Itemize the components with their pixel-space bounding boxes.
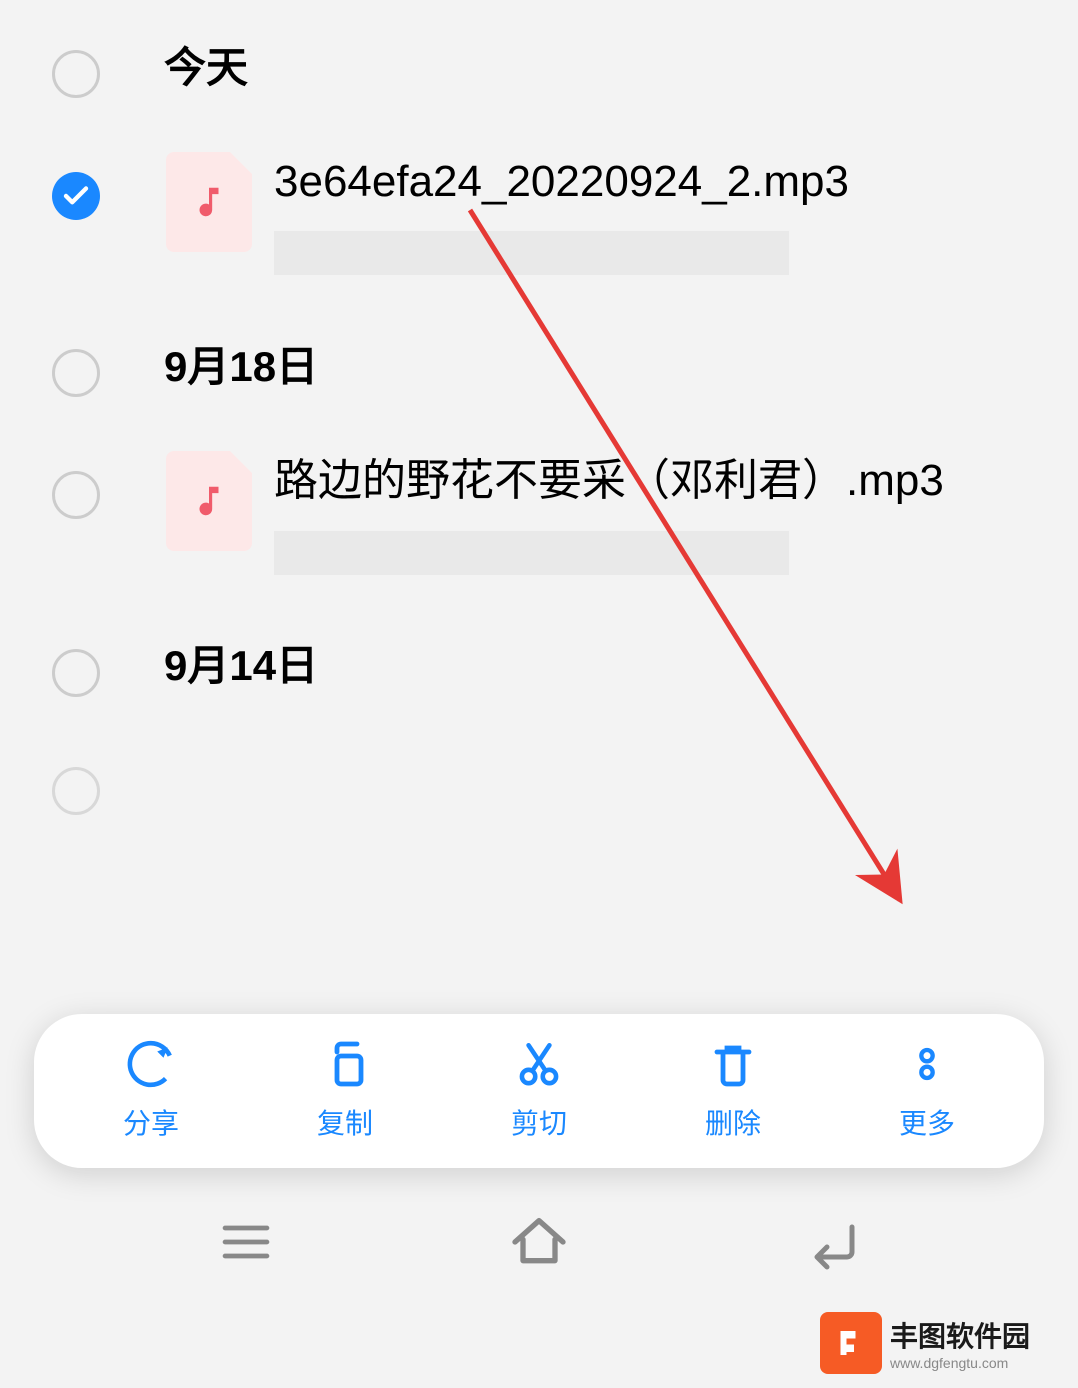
- nav-back-button[interactable]: [797, 1217, 867, 1267]
- checkbox-unchecked[interactable]: [52, 767, 100, 815]
- copy-label: 复制: [317, 1102, 373, 1142]
- file-meta-placeholder: [274, 231, 789, 275]
- nav-menu-button[interactable]: [211, 1217, 281, 1267]
- copy-icon: [317, 1036, 373, 1092]
- group-label: 9月14日: [164, 632, 318, 693]
- home-icon: [507, 1210, 571, 1274]
- menu-icon: [218, 1214, 274, 1270]
- trash-icon: [705, 1036, 761, 1092]
- navigation-bar: [0, 1192, 1078, 1292]
- file-name: 3e64efa24_20220924_2.mp3: [274, 152, 1010, 211]
- share-label: 分享: [123, 1102, 179, 1142]
- delete-button[interactable]: 删除: [636, 1036, 830, 1142]
- checkbox-unchecked[interactable]: [52, 50, 100, 98]
- watermark-url: www.dgfengtu.com: [890, 1355, 1030, 1371]
- copy-button[interactable]: 复制: [248, 1036, 442, 1142]
- action-panel: 分享 复制 剪切 删除 更多: [34, 1014, 1044, 1168]
- file-name: 路边的野花不要采（邓利君）.mp3: [274, 451, 1010, 510]
- music-file-icon: [166, 451, 252, 551]
- checkbox-unchecked[interactable]: [52, 471, 100, 519]
- group-label: 9月18日: [164, 333, 318, 394]
- share-icon: [123, 1036, 179, 1092]
- cut-button[interactable]: 剪切: [442, 1036, 636, 1142]
- music-note-icon: [190, 183, 228, 221]
- cut-icon: [511, 1036, 567, 1092]
- check-icon: [61, 181, 91, 211]
- file-row[interactable]: 路边的野花不要采（邓利君）.mp3: [0, 427, 1078, 598]
- watermark-logo-icon: [820, 1312, 882, 1374]
- checkbox-unchecked[interactable]: [52, 349, 100, 397]
- file-row-partial[interactable]: [0, 727, 1078, 815]
- checkbox-checked[interactable]: [52, 172, 100, 220]
- more-label: 更多: [899, 1102, 955, 1142]
- music-file-icon: [166, 152, 252, 252]
- back-icon: [802, 1212, 862, 1272]
- group-header[interactable]: 9月18日: [0, 299, 1078, 427]
- delete-label: 删除: [705, 1102, 761, 1142]
- group-header[interactable]: 今天: [0, 0, 1078, 128]
- file-list: 今天 3e64efa24_20220924_2.mp3 9月18日: [0, 0, 1078, 815]
- group-label: 今天: [164, 34, 248, 95]
- music-note-icon: [190, 482, 228, 520]
- group-header[interactable]: 9月14日: [0, 599, 1078, 727]
- file-row[interactable]: 3e64efa24_20220924_2.mp3: [0, 128, 1078, 299]
- file-meta-placeholder: [274, 531, 789, 575]
- cut-label: 剪切: [511, 1102, 567, 1142]
- watermark: 丰图软件园 www.dgfengtu.com: [808, 1298, 1078, 1388]
- nav-home-button[interactable]: [504, 1217, 574, 1267]
- more-button[interactable]: 更多: [830, 1036, 1024, 1142]
- watermark-title: 丰图软件园: [890, 1315, 1030, 1355]
- share-button[interactable]: 分享: [54, 1036, 248, 1142]
- checkbox-unchecked[interactable]: [52, 649, 100, 697]
- more-icon: [899, 1036, 955, 1092]
